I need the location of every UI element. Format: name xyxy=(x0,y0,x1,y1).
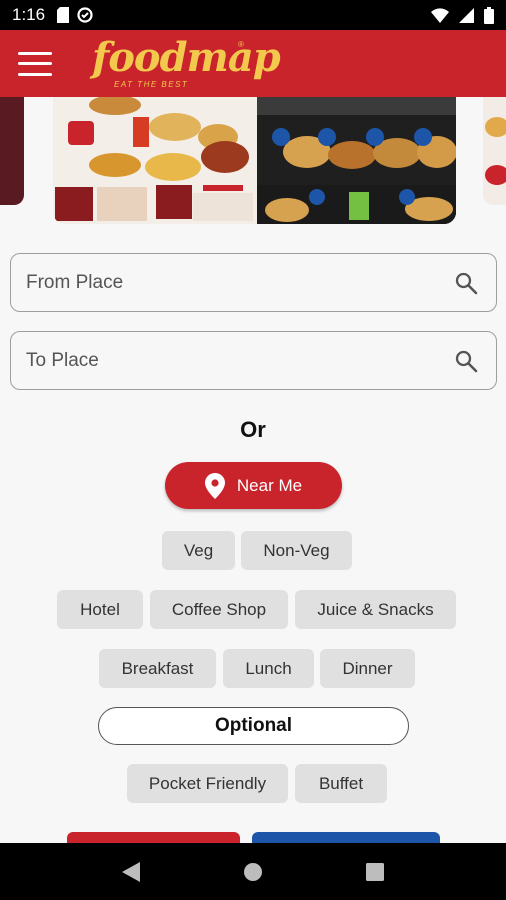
chip-buffet[interactable]: Buffet xyxy=(295,764,387,803)
banner-next-peek[interactable] xyxy=(483,97,506,205)
from-place-placeholder: From Place xyxy=(26,271,124,293)
chip-breakfast[interactable]: Breakfast xyxy=(99,649,216,688)
or-divider: Or xyxy=(240,417,266,442)
logo-tagline: EAT THE BEST xyxy=(114,80,189,89)
location-pin-icon xyxy=(204,472,225,499)
search-icon[interactable] xyxy=(454,349,478,373)
to-place-placeholder: To Place xyxy=(26,349,99,371)
banner-menu-left xyxy=(53,97,257,224)
banner-right-artwork xyxy=(257,97,456,224)
data-saver-icon xyxy=(77,7,93,23)
app-logo: foodmap EAT THE BEST ® xyxy=(92,30,281,97)
signal-icon xyxy=(459,7,474,23)
chip-coffee-shop[interactable]: Coffee Shop xyxy=(150,590,288,629)
optional-section-label: Optional xyxy=(98,707,409,745)
logo-registered-mark: ® xyxy=(238,40,244,49)
status-time: 1:16 xyxy=(12,5,46,24)
system-nav-bar xyxy=(0,843,506,900)
chip-non-veg[interactable]: Non-Veg xyxy=(241,531,352,570)
to-place-field[interactable]: To Place xyxy=(10,331,497,390)
sd-card-icon xyxy=(57,7,70,23)
wifi-icon xyxy=(431,7,449,23)
chip-veg[interactable]: Veg xyxy=(162,531,235,570)
status-left-icons xyxy=(57,7,93,23)
chip-juice-snacks[interactable]: Juice & Snacks xyxy=(295,590,456,629)
home-circle-icon[interactable] xyxy=(233,852,273,892)
near-me-button[interactable]: Near Me xyxy=(165,462,342,509)
hamburger-icon[interactable] xyxy=(18,51,52,76)
from-place-field[interactable]: From Place xyxy=(10,253,497,312)
logo-text: foodmap xyxy=(92,34,281,81)
banner-card[interactable] xyxy=(53,97,456,224)
battery-icon xyxy=(484,6,494,24)
status-bar: 1:16 xyxy=(0,0,506,30)
status-right-icons xyxy=(431,6,494,24)
banner-menu-right xyxy=(257,97,456,224)
chip-hotel[interactable]: Hotel xyxy=(57,590,143,629)
search-icon[interactable] xyxy=(454,271,478,295)
chip-dinner[interactable]: Dinner xyxy=(320,649,415,688)
banner-next-artwork xyxy=(485,117,506,185)
app-bar: foodmap EAT THE BEST ® xyxy=(0,30,506,97)
chip-lunch[interactable]: Lunch xyxy=(223,649,314,688)
banner-carousel[interactable] xyxy=(0,97,506,227)
banner-left-artwork xyxy=(53,97,257,224)
banner-prev-peek[interactable] xyxy=(0,97,24,205)
chip-pocket-friendly[interactable]: Pocket Friendly xyxy=(127,764,288,803)
back-triangle-icon[interactable] xyxy=(111,852,151,892)
recents-square-icon[interactable] xyxy=(355,852,395,892)
near-me-label: Near Me xyxy=(236,475,303,495)
